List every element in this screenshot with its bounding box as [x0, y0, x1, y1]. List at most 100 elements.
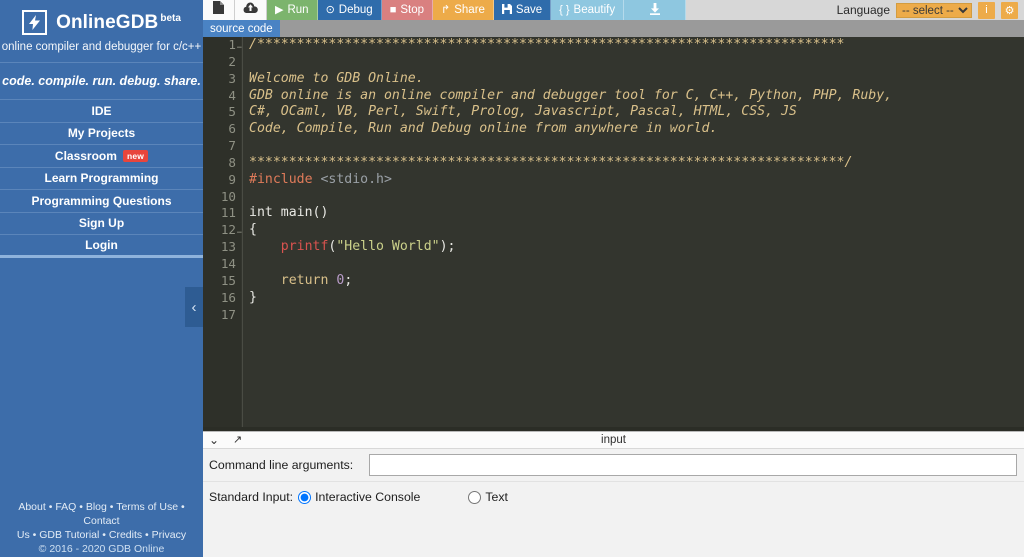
code-editor[interactable]: 1−2 3 4 5 6 7 8 9 10 11 12−13 14 15 16 17 /***********…	[203, 37, 1024, 427]
code-line: int main()	[249, 205, 1024, 222]
footer-sep: •	[76, 501, 86, 513]
beautify-button[interactable]: { } Beautify	[551, 0, 625, 20]
sidebar-item-label: Classroom	[54, 148, 117, 163]
footer-link-privacy[interactable]: Privacy	[152, 529, 186, 541]
language-select[interactable]: -- select --	[896, 2, 972, 18]
radio-text-input[interactable]	[468, 490, 482, 504]
line-number: 17	[220, 306, 236, 322]
footer-sep: •	[106, 501, 117, 513]
sidebar-footer: About • FAQ • Blog • Terms of Use • Cont…	[0, 500, 203, 557]
code-token: Code, Compile, Run and Debug online from…	[249, 121, 718, 137]
download-icon	[649, 2, 661, 18]
line-number: 2	[228, 53, 236, 69]
sidebar-item-ide[interactable]: IDE	[0, 100, 203, 123]
sidebar-item-sign-up[interactable]: Sign Up	[0, 213, 203, 235]
code-content[interactable]: /***************************************…	[242, 37, 1024, 427]
bolt-icon	[22, 10, 48, 35]
code-line: GDB online is an online compiler and deb…	[249, 88, 1024, 105]
gear-icon: ⚙	[1004, 4, 1015, 17]
footer-link-gdb-tutorial[interactable]: GDB Tutorial	[39, 529, 99, 541]
sidebar-item-label: Sign Up	[78, 216, 125, 231]
sidebar-collapse-handle[interactable]: ‹	[185, 287, 203, 327]
code-token: {	[249, 222, 257, 238]
footer-sep: •	[142, 529, 152, 541]
code-line: Code, Compile, Run and Debug online from…	[249, 121, 1024, 138]
input-panel: ⌄ ↗ input Command line arguments: Standa…	[203, 431, 1024, 557]
radio-interactive-console[interactable]: Interactive Console	[298, 490, 420, 504]
new-file-button[interactable]	[203, 0, 235, 20]
sidebar-item-my-projects[interactable]: My Projects	[0, 123, 203, 145]
line-number: 16	[220, 289, 236, 305]
share-button[interactable]: ↱ Share	[433, 0, 494, 20]
code-token: int main()	[249, 205, 329, 221]
footer-link-blog[interactable]: Blog	[86, 501, 107, 513]
footer-links-line-2: Us • GDB Tutorial • Credits • Privacy	[8, 528, 195, 542]
settings-button[interactable]: ⚙	[1001, 1, 1018, 19]
brand-title-group: OnlineGDB beta	[56, 12, 181, 34]
tab-source-code[interactable]: source code	[203, 20, 280, 37]
sidebar-item-programming-questions[interactable]: Programming Questions	[0, 190, 203, 213]
save-button[interactable]: Save	[493, 0, 552, 20]
stop-button-label: Stop	[400, 4, 425, 16]
run-button[interactable]: ▶ Run	[267, 0, 318, 20]
sidebar-tagline: code. compile. run. debug. share.	[0, 63, 203, 100]
code-token: "Hello World"	[336, 239, 440, 255]
command-line-arguments-input[interactable]	[369, 454, 1017, 476]
sidebar-item-learn-programming[interactable]: Learn Programming	[0, 168, 203, 190]
footer-link-about[interactable]: About	[18, 501, 45, 513]
sidebar-item-login[interactable]: Login	[0, 235, 203, 258]
editor-vertical-scrollbar[interactable]	[1013, 37, 1024, 427]
footer-link-contact[interactable]: Contact	[83, 515, 119, 527]
footer-link-faq[interactable]: FAQ	[55, 501, 76, 513]
code-token: return	[280, 272, 329, 288]
command-line-arguments-row: Command line arguments:	[203, 449, 1024, 482]
line-number: 3	[228, 70, 236, 86]
debug-button-label: Debug	[338, 4, 373, 16]
line-number: 13	[220, 239, 236, 255]
code-token: GDB online is an online compiler and deb…	[249, 87, 893, 103]
line-number: 6	[228, 121, 236, 137]
run-button-label: Run	[287, 4, 309, 16]
line-number: 8	[228, 154, 236, 170]
code-token: printf	[280, 239, 329, 255]
code-token: C#, OCaml, VB, Perl, Swift, Prolog, Java…	[249, 104, 797, 120]
footer-link-credits[interactable]: Credits	[109, 529, 142, 541]
footer-link-terms-of-use[interactable]: Terms of Use	[116, 501, 178, 513]
radio-text[interactable]: Text	[468, 490, 508, 504]
stop-button[interactable]: ■ Stop	[381, 0, 434, 20]
floppy-disk-icon	[501, 3, 512, 17]
info-button[interactable]: i	[978, 1, 995, 19]
beautify-button-label: Beautify	[573, 4, 616, 16]
stop-square-icon: ■	[389, 3, 397, 16]
footer-sep: •	[178, 501, 185, 513]
radio-interactive-console-label: Interactive Console	[315, 490, 421, 504]
toolbar: ▶ Run ⊙ Debug ■ Stop ↱ Share Save {} Be…	[203, 0, 1024, 20]
brand-subtitle: online compiler and debugger for c/c++	[0, 41, 203, 63]
code-token: /***************************************…	[249, 37, 845, 52]
brand-logo[interactable]: OnlineGDB beta	[0, 0, 203, 35]
info-icon: i	[985, 4, 988, 16]
code-line: return 0;	[249, 273, 1024, 290]
code-token: ;	[344, 272, 353, 288]
code-token: Welcome to GDB Online.	[249, 70, 424, 86]
footer-links-line-1: About • FAQ • Blog • Terms of Use • Cont…	[8, 500, 195, 528]
onlinegdb-ide-window: OnlineGDB beta online compiler and debugg…	[0, 0, 1024, 557]
sidebar-item-classroom[interactable]: Classroom new	[0, 145, 203, 168]
download-button[interactable]	[624, 0, 687, 20]
sidebar: OnlineGDB beta online compiler and debugg…	[0, 0, 203, 557]
debug-button[interactable]: ⊙ Debug	[317, 0, 382, 20]
upload-file-button[interactable]	[235, 0, 267, 20]
radio-interactive-console-input[interactable]	[298, 490, 312, 504]
footer-sep: •	[99, 529, 109, 541]
line-number: 9	[228, 171, 236, 187]
line-number-gutter: 1−2 3 4 5 6 7 8 9 10 11 12−13 14 15 16 17	[203, 37, 242, 427]
footer-link-contact-us[interactable]: Us	[17, 529, 30, 541]
line-number: 5	[228, 104, 236, 120]
sidebar-item-label: IDE	[91, 103, 112, 118]
